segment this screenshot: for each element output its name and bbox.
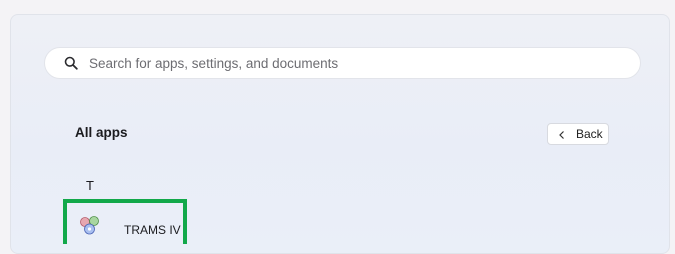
back-button[interactable]: Back	[547, 123, 609, 145]
search-icon	[64, 56, 78, 70]
app-label: TRAMS IV	[124, 223, 181, 237]
all-apps-title: All apps	[75, 125, 128, 140]
app-list-item-trams-iv[interactable]: TRAMS IV	[63, 199, 187, 244]
back-button-label: Back	[576, 127, 603, 141]
trams-app-icon	[79, 215, 101, 237]
search-input[interactable]: Search for apps, settings, and documents	[44, 47, 641, 79]
search-placeholder: Search for apps, settings, and documents	[89, 56, 339, 71]
letter-header-t[interactable]: T	[86, 178, 94, 193]
desktop-background: Search for apps, settings, and documents…	[0, 0, 675, 254]
chevron-left-icon	[558, 129, 566, 139]
